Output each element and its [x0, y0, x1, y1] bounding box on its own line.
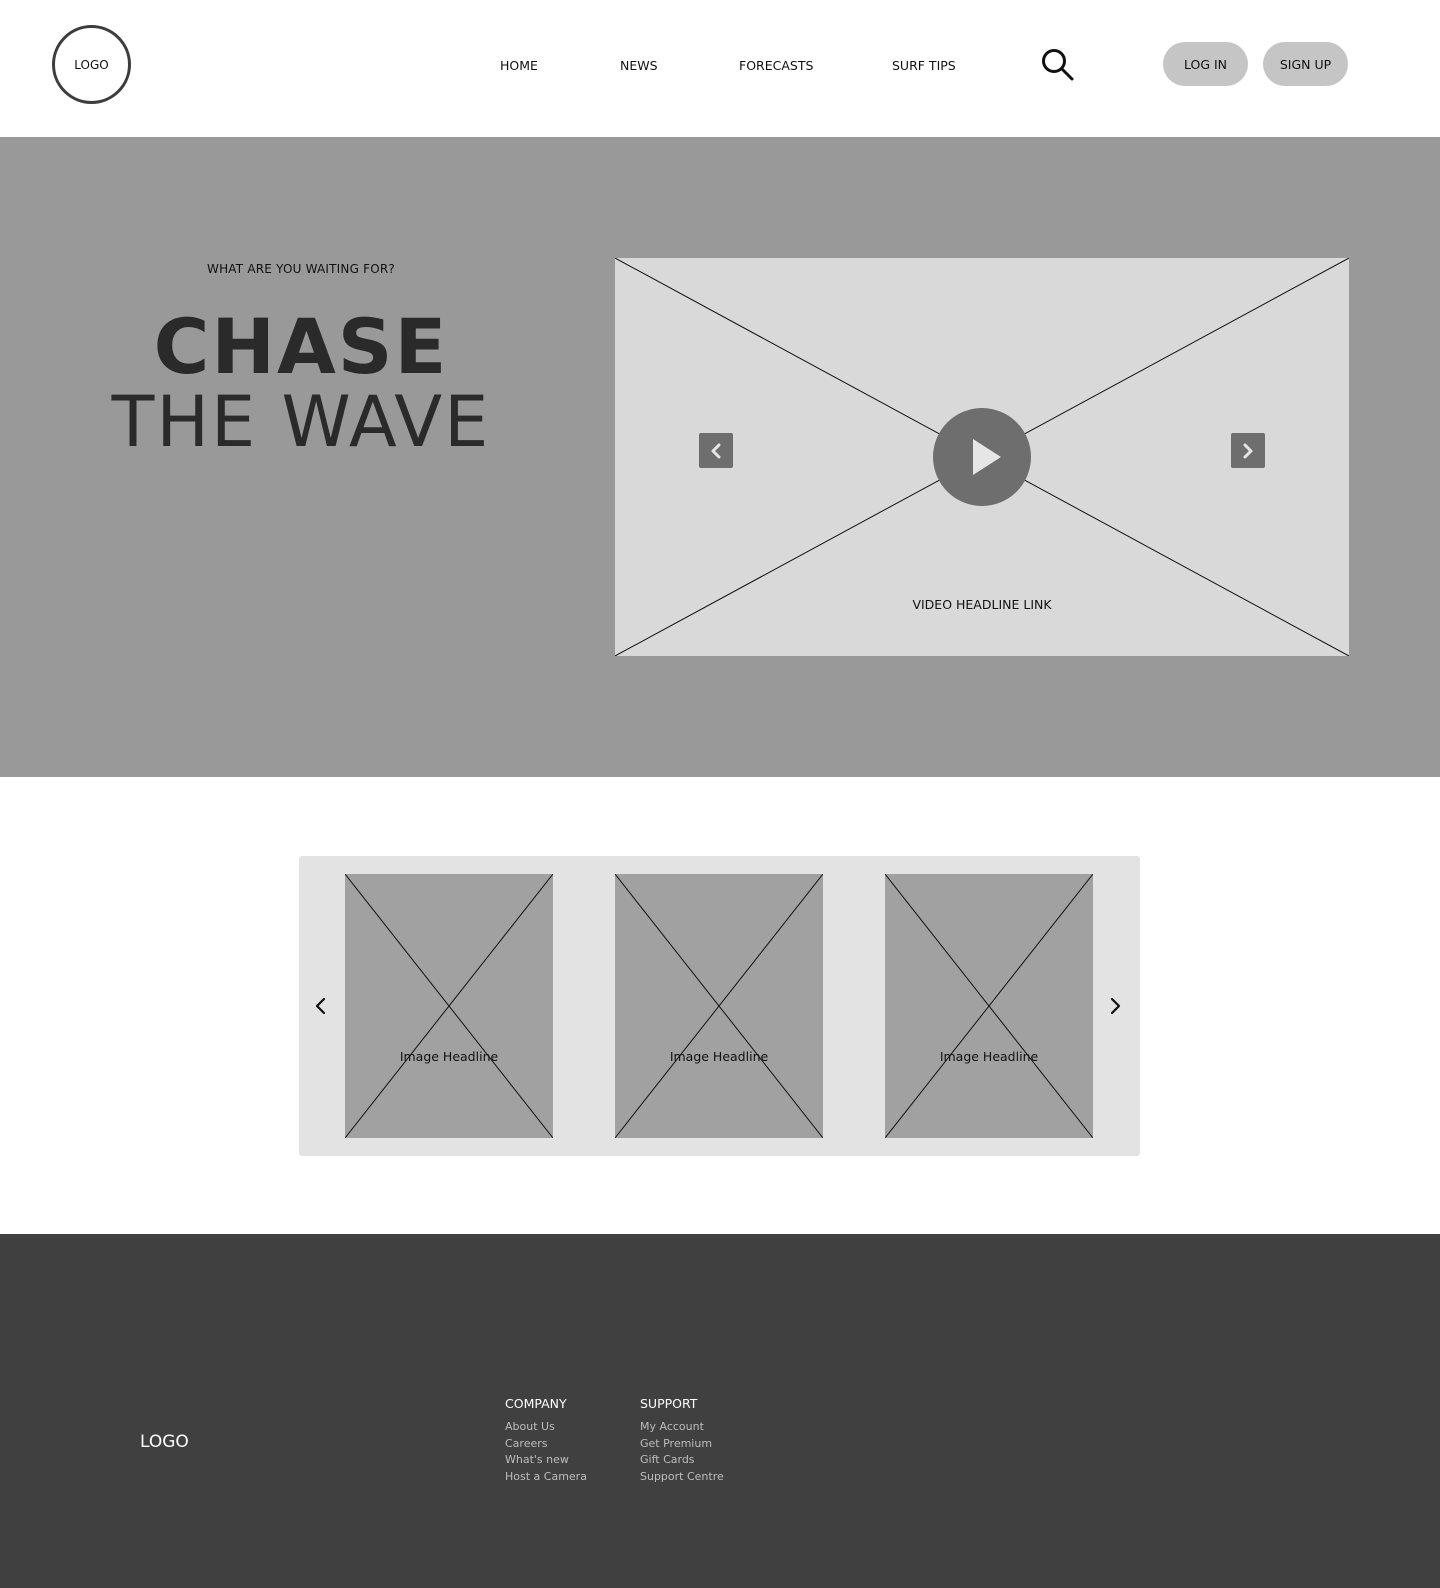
image-placeholder-cross: [615, 874, 823, 1138]
footer-link-careers[interactable]: Careers: [505, 1436, 587, 1453]
footer-support-title: SUPPORT: [640, 1396, 698, 1411]
carousel-card-1[interactable]: Image Headline: [345, 874, 553, 1138]
footer-company-column: COMPANY About Us Careers What's new Host…: [505, 1396, 587, 1485]
login-button[interactable]: LOG IN: [1163, 42, 1248, 86]
footer-link-support-centre[interactable]: Support Centre: [640, 1469, 724, 1486]
signup-button-label: SIGN UP: [1279, 56, 1332, 72]
carousel-prev-icon[interactable]: [311, 994, 331, 1018]
carousel-card-2[interactable]: Image Headline: [615, 874, 823, 1138]
footer-company-title: COMPANY: [505, 1396, 567, 1411]
card-headline: Image Headline: [399, 1049, 499, 1064]
nav-surf-tips[interactable]: SURF TIPS: [892, 58, 956, 73]
image-placeholder-cross: [345, 874, 553, 1138]
hero-section: WHAT ARE YOU WAITING FOR? CHASE THE WAVE…: [0, 137, 1440, 777]
card-headline: Image Headline: [939, 1049, 1039, 1064]
video-prev-button[interactable]: [699, 433, 733, 468]
login-button-label: LOG IN: [1183, 56, 1228, 72]
hero-headline-line2: THE WAVE: [111, 381, 491, 463]
video-next-button[interactable]: [1231, 433, 1265, 468]
chevron-right-icon: [1243, 443, 1253, 458]
nav-forecasts[interactable]: FORECASTS: [739, 58, 813, 73]
footer-link-get-premium[interactable]: Get Premium: [640, 1436, 724, 1453]
image-placeholder-cross: [885, 874, 1093, 1138]
search-icon[interactable]: [1041, 48, 1075, 82]
header-logo-text: LOGO: [74, 57, 109, 72]
carousel-next-icon[interactable]: [1105, 994, 1125, 1018]
play-icon: [973, 439, 1001, 475]
card-headline: Image Headline: [669, 1049, 769, 1064]
site-header: LOGO HOME NEWS FORECASTS SURF TIPS LOG I…: [0, 0, 1440, 137]
footer-link-whats-new[interactable]: What's new: [505, 1452, 587, 1469]
header-logo[interactable]: LOGO: [52, 25, 131, 104]
footer-link-gift-cards[interactable]: Gift Cards: [640, 1452, 724, 1469]
video-play-button[interactable]: [933, 408, 1031, 506]
carousel-card-3[interactable]: Image Headline: [885, 874, 1093, 1138]
signup-button[interactable]: SIGN UP: [1263, 42, 1348, 86]
image-carousel: Image Headline Image Headline Image Head…: [299, 856, 1140, 1156]
chevron-left-icon: [711, 443, 721, 458]
hero-video-player[interactable]: VIDEO HEADLINE LINK: [615, 258, 1349, 656]
footer-support-column: SUPPORT My Account Get Premium Gift Card…: [640, 1396, 724, 1485]
footer-link-host-a-camera[interactable]: Host a Camera: [505, 1469, 587, 1486]
footer-logo[interactable]: LOGO: [140, 1432, 189, 1452]
site-footer: LOGO COMPANY About Us Careers What's new…: [0, 1234, 1440, 1588]
hero-headline-line1: CHASE: [153, 302, 449, 391]
video-headline-link[interactable]: VIDEO HEADLINE LINK: [615, 597, 1349, 612]
nav-home[interactable]: HOME: [500, 58, 538, 73]
hero-eyebrow: WHAT ARE YOU WAITING FOR?: [207, 262, 395, 276]
footer-link-about-us[interactable]: About Us: [505, 1419, 587, 1436]
nav-news[interactable]: NEWS: [620, 58, 658, 73]
footer-link-my-account[interactable]: My Account: [640, 1419, 724, 1436]
